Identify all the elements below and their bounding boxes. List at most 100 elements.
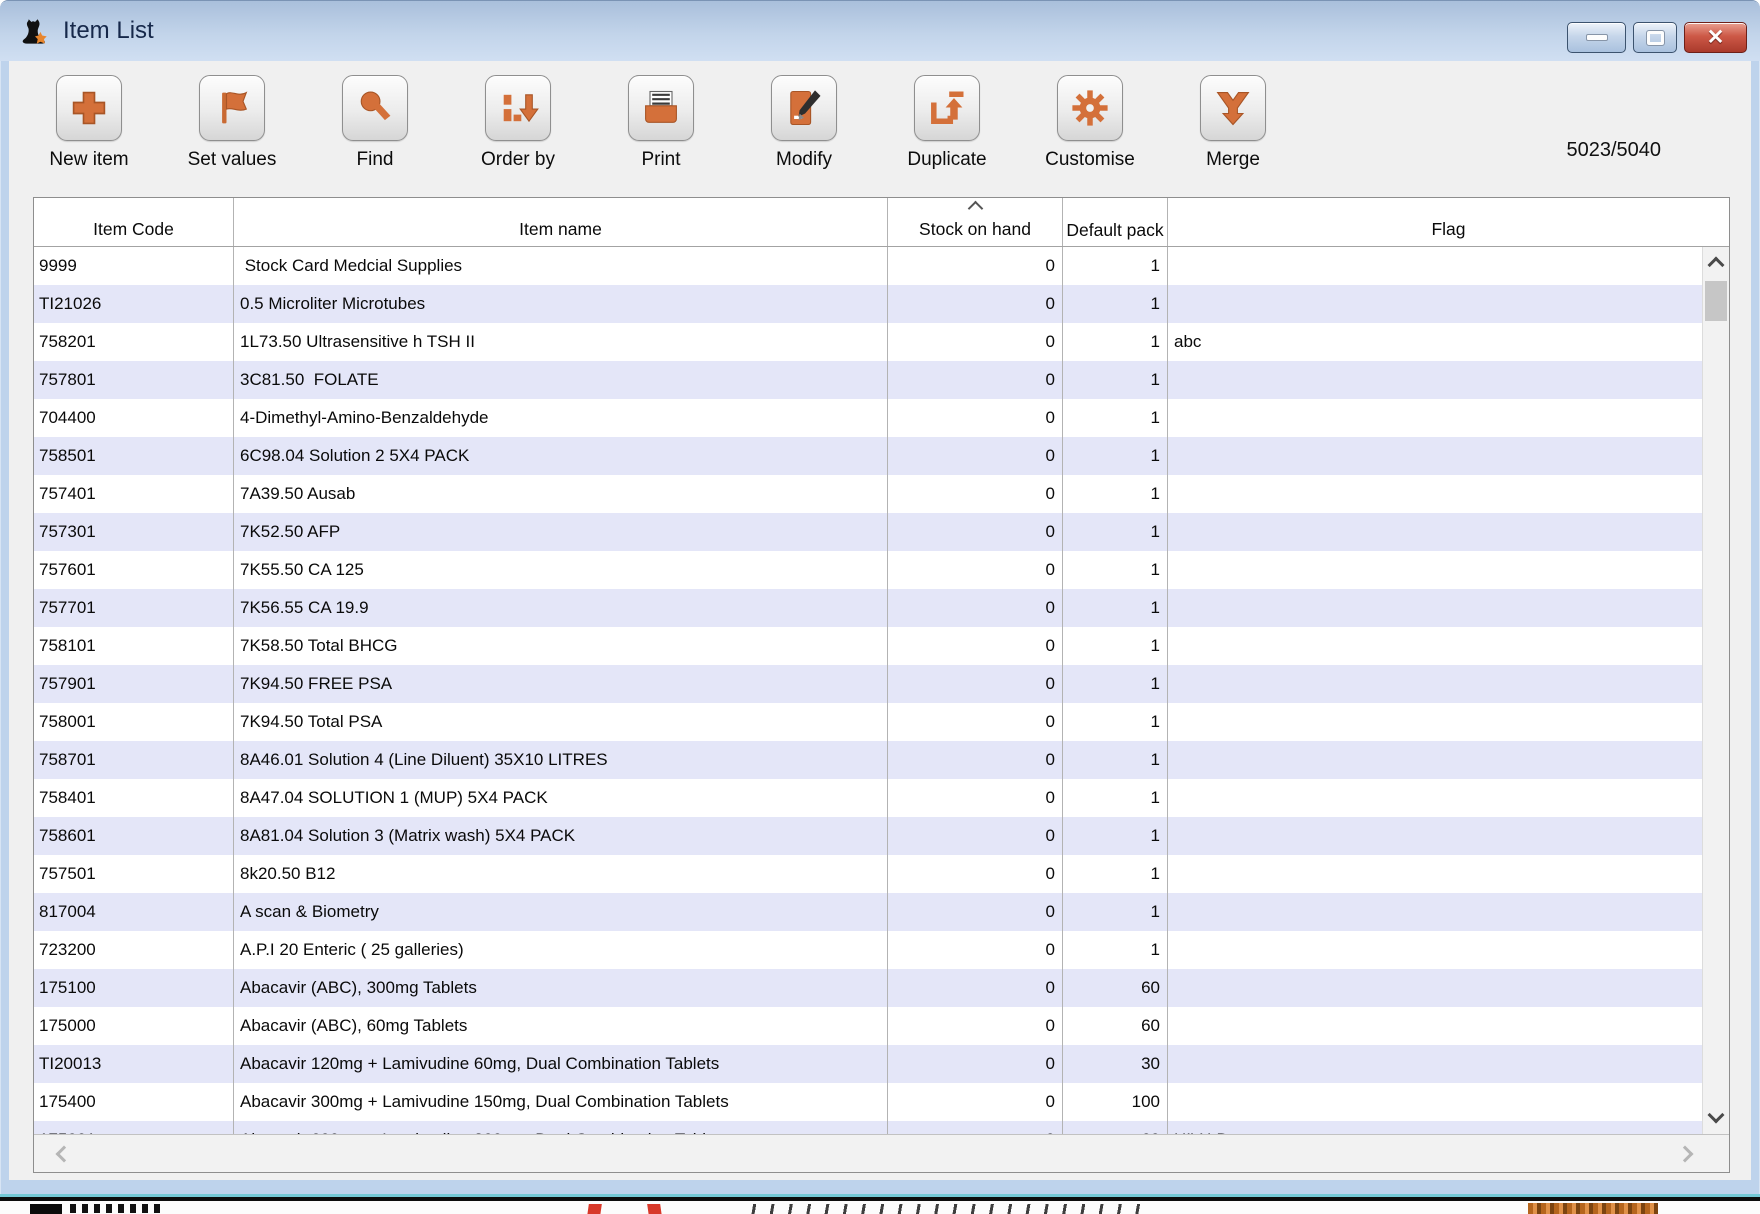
cell-default-pack: 1 bbox=[1063, 931, 1168, 969]
table-row[interactable]: 9999 Stock Card Medcial Supplies01 bbox=[34, 247, 1702, 285]
table-body: 9999 Stock Card Medcial Supplies01TI2102… bbox=[34, 247, 1702, 1135]
scroll-down-icon[interactable] bbox=[1708, 1107, 1725, 1124]
cell-default-pack: 1 bbox=[1063, 361, 1168, 399]
table-row[interactable]: 7044004-Dimethyl-Amino-Benzaldehyde01 bbox=[34, 399, 1702, 437]
cell-flag bbox=[1168, 1007, 1702, 1045]
cell-stock-on-hand: 0 bbox=[888, 969, 1063, 1007]
cell-default-pack: 1 bbox=[1063, 399, 1168, 437]
cell-stock-on-hand: 0 bbox=[888, 931, 1063, 969]
desktop-red-mark bbox=[587, 1204, 602, 1214]
cell-stock-on-hand: 0 bbox=[888, 741, 1063, 779]
item-table: Item Code Item name Stock on hand Defaul… bbox=[33, 197, 1730, 1173]
cell-default-pack: 60 bbox=[1063, 1121, 1168, 1135]
cell-item-code: 175201 bbox=[34, 1121, 234, 1135]
vertical-scrollbar[interactable] bbox=[1702, 247, 1729, 1135]
modify-button[interactable] bbox=[771, 75, 837, 141]
new-item-button[interactable] bbox=[56, 75, 122, 141]
cell-item-name: A scan & Biometry bbox=[234, 893, 888, 931]
column-header-default-pack[interactable]: Default pack bbox=[1063, 198, 1168, 246]
cell-flag bbox=[1168, 589, 1702, 627]
table-row[interactable]: 7586018A81.04 Solution 3 (Matrix wash) 5… bbox=[34, 817, 1702, 855]
cell-stock-on-hand: 0 bbox=[888, 285, 1063, 323]
cell-default-pack: 1 bbox=[1063, 589, 1168, 627]
column-header-item-code[interactable]: Item Code bbox=[34, 198, 234, 246]
cell-stock-on-hand: 0 bbox=[888, 703, 1063, 741]
set-values-button[interactable] bbox=[199, 75, 265, 141]
titlebar[interactable]: Item List ✕ bbox=[0, 1, 1760, 61]
scroll-up-icon[interactable] bbox=[1708, 257, 1725, 274]
cell-item-name: 7K94.50 FREE PSA bbox=[234, 665, 888, 703]
cell-flag bbox=[1168, 361, 1702, 399]
cell-item-name: 1L73.50 Ultrasensitive h TSH II bbox=[234, 323, 888, 361]
table-row[interactable]: 7584018A47.04 SOLUTION 1 (MUP) 5X4 PACK0… bbox=[34, 779, 1702, 817]
cell-default-pack: 1 bbox=[1063, 893, 1168, 931]
customise-button[interactable] bbox=[1057, 75, 1123, 141]
table-row[interactable]: 7576017K55.50 CA 12501 bbox=[34, 551, 1702, 589]
cell-flag bbox=[1168, 931, 1702, 969]
toolbar: New itemSet valuesFindOrder byPrintModif… bbox=[37, 75, 1324, 171]
column-header-label: Item Code bbox=[93, 219, 174, 240]
table-row[interactable]: 7575018k20.50 B1201 bbox=[34, 855, 1702, 893]
item-count: 5023/5040 bbox=[1566, 139, 1661, 162]
table-row[interactable]: 7582011L73.50 Ultrasensitive h TSH II01a… bbox=[34, 323, 1702, 361]
table-row[interactable]: 7578013C81.50 FOLATE01 bbox=[34, 361, 1702, 399]
table-row[interactable]: 7574017A39.50 Ausab01 bbox=[34, 475, 1702, 513]
cell-item-code: 704400 bbox=[34, 399, 234, 437]
order-by-button[interactable] bbox=[485, 75, 551, 141]
cell-item-code: 757601 bbox=[34, 551, 234, 589]
cell-item-code: 758701 bbox=[34, 741, 234, 779]
cell-default-pack: 60 bbox=[1063, 1007, 1168, 1045]
cell-item-code: 758001 bbox=[34, 703, 234, 741]
print-button[interactable] bbox=[628, 75, 694, 141]
table-row[interactable]: TI20013Abacavir 120mg + Lamivudine 60mg,… bbox=[34, 1045, 1702, 1083]
table-row[interactable]: 7585016C98.04 Solution 2 5X4 PACK01 bbox=[34, 437, 1702, 475]
cell-item-name: Abacavir 300mg + Lamivudine 150mg, Dual … bbox=[234, 1083, 888, 1121]
column-header-flag[interactable]: Flag bbox=[1168, 198, 1729, 246]
toolbar-button-label: New item bbox=[49, 149, 128, 171]
maximize-button[interactable] bbox=[1633, 22, 1677, 53]
table-row[interactable]: 7573017K52.50 AFP01 bbox=[34, 513, 1702, 551]
table-row[interactable]: 175000Abacavir (ABC), 60mg Tablets060 bbox=[34, 1007, 1702, 1045]
cell-flag bbox=[1168, 627, 1702, 665]
column-header-item-name[interactable]: Item name bbox=[234, 198, 888, 246]
flag-icon bbox=[210, 86, 254, 130]
table-row[interactable]: 7587018A46.01 Solution 4 (Line Diluent) … bbox=[34, 741, 1702, 779]
table-row[interactable]: 175100Abacavir (ABC), 300mg Tablets060 bbox=[34, 969, 1702, 1007]
cell-default-pack: 1 bbox=[1063, 817, 1168, 855]
find-button[interactable] bbox=[342, 75, 408, 141]
vertical-scroll-thumb[interactable] bbox=[1705, 281, 1727, 321]
table-row[interactable]: 723200A.P.I 20 Enteric ( 25 galleries)01 bbox=[34, 931, 1702, 969]
cell-flag bbox=[1168, 817, 1702, 855]
cell-item-code: 758101 bbox=[34, 627, 234, 665]
gear-icon bbox=[1068, 86, 1112, 130]
window-title: Item List bbox=[63, 17, 154, 45]
cell-item-code: 758601 bbox=[34, 817, 234, 855]
cell-item-name: Abacavir (ABC), 300mg Tablets bbox=[234, 969, 888, 1007]
cell-item-code: 757701 bbox=[34, 589, 234, 627]
table-row[interactable]: 175400Abacavir 300mg + Lamivudine 150mg,… bbox=[34, 1083, 1702, 1121]
table-row[interactable]: 7579017K94.50 FREE PSA01 bbox=[34, 665, 1702, 703]
table-row[interactable]: 7580017K94.50 Total PSA01 bbox=[34, 703, 1702, 741]
pencil-icon bbox=[782, 86, 826, 130]
table-row[interactable]: 7577017K56.55 CA 19.901 bbox=[34, 589, 1702, 627]
cell-default-pack: 100 bbox=[1063, 1083, 1168, 1121]
cell-flag bbox=[1168, 437, 1702, 475]
close-button[interactable]: ✕ bbox=[1684, 22, 1747, 53]
cell-default-pack: 1 bbox=[1063, 437, 1168, 475]
horizontal-scrollbar[interactable] bbox=[34, 1134, 1729, 1172]
cell-default-pack: 1 bbox=[1063, 627, 1168, 665]
cell-flag: HIV LD bbox=[1168, 1121, 1702, 1135]
window-content: New itemSet valuesFindOrder byPrintModif… bbox=[9, 61, 1751, 1180]
minimize-button[interactable] bbox=[1567, 22, 1626, 53]
column-header-stock-on-hand[interactable]: Stock on hand bbox=[888, 198, 1063, 246]
app-logo-icon bbox=[17, 13, 53, 49]
toolbar-button-label: Find bbox=[357, 149, 394, 171]
table-row[interactable]: TI210260.5 Microliter Microtubes01 bbox=[34, 285, 1702, 323]
duplicate-button[interactable] bbox=[914, 75, 980, 141]
scroll-right-icon[interactable] bbox=[1677, 1146, 1694, 1163]
merge-button[interactable] bbox=[1200, 75, 1266, 141]
table-row[interactable]: 7581017K58.50 Total BHCG01 bbox=[34, 627, 1702, 665]
scroll-left-icon[interactable] bbox=[56, 1146, 73, 1163]
table-row[interactable]: 175201Abacavir 600mg + Lamivudine 300mg,… bbox=[34, 1121, 1702, 1135]
table-row[interactable]: 817004A scan & Biometry01 bbox=[34, 893, 1702, 931]
